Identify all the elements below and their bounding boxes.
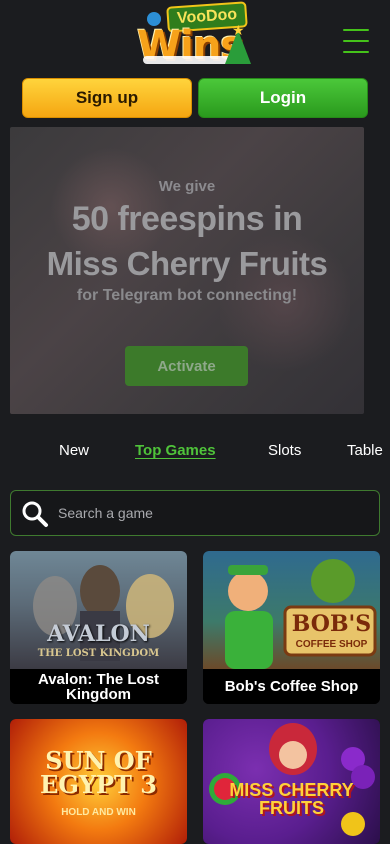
tab-top-games[interactable]: Top Games bbox=[135, 442, 216, 459]
avalon-art-subtitle: THE LOST KINGDOM bbox=[37, 648, 160, 659]
header: VooDoo Wins ★ bbox=[0, 0, 390, 76]
game-card-avalon[interactable]: AVALON THE LOST KINGDOM Avalon: The Lost… bbox=[10, 551, 187, 704]
game-thumbnail: BOB'S COFFEE SHOP bbox=[203, 551, 380, 669]
game-card-miss-cherry-fruits[interactable]: MISS CHERRY FRUITS bbox=[203, 719, 380, 844]
voodoo-wins-logo[interactable]: VooDoo Wins ★ bbox=[133, 1, 258, 72]
bob-art-title: BOB'S bbox=[291, 611, 372, 637]
promo-banner[interactable]: We give 50 freespins in Miss Cherry Frui… bbox=[10, 127, 364, 414]
hamburger-icon bbox=[343, 29, 369, 31]
tab-table[interactable]: Table bbox=[347, 442, 383, 459]
star-icon: ★ bbox=[232, 22, 245, 38]
activate-button[interactable]: Activate bbox=[125, 346, 248, 386]
hamburger-line bbox=[343, 51, 369, 53]
game-title: Avalon: The Lost Kingdom bbox=[10, 669, 187, 704]
banner-line-3: Miss Cherry Fruits bbox=[46, 245, 328, 282]
game-card-sun-of-egypt-3[interactable]: SUN OF EGYPT 3 HOLD AND WIN bbox=[10, 719, 187, 844]
game-title: Bob's Coffee Shop bbox=[203, 669, 380, 704]
banner-line-1: We give bbox=[158, 178, 216, 195]
signup-button[interactable]: Sign up bbox=[22, 78, 192, 118]
egypt-art-subtitle: HOLD AND WIN bbox=[61, 807, 136, 818]
banner-line-2: 50 freespins in bbox=[71, 200, 303, 238]
cherry-art-title: MISS CHERRY FRUITS bbox=[229, 780, 354, 818]
search-icon bbox=[22, 501, 48, 527]
tab-new[interactable]: New bbox=[59, 442, 89, 459]
category-tabs: New Top Games Slots Table bbox=[0, 436, 390, 466]
bob-art-subtitle: COFFEE SHOP bbox=[295, 639, 368, 650]
bob-character bbox=[225, 559, 377, 669]
hamburger-line bbox=[343, 40, 369, 42]
egypt-art-title: SUN OF EGYPT 3 bbox=[40, 746, 157, 799]
login-button[interactable]: Login bbox=[198, 78, 368, 118]
game-thumbnail: AVALON THE LOST KINGDOM bbox=[10, 551, 187, 669]
tab-slots[interactable]: Slots bbox=[268, 442, 301, 459]
hamburger-menu-button[interactable] bbox=[340, 26, 372, 56]
search-placeholder: Search a game bbox=[58, 505, 153, 521]
game-thumbnail: SUN OF EGYPT 3 HOLD AND WIN bbox=[10, 719, 187, 844]
banner-line-4: for Telegram bot connecting! bbox=[76, 287, 298, 304]
avalon-art-title: AVALON bbox=[47, 621, 150, 647]
search-input[interactable]: Search a game bbox=[10, 490, 380, 536]
game-card-bobs-coffee-shop[interactable]: BOB'S COFFEE SHOP Bob's Coffee Shop bbox=[203, 551, 380, 704]
snow-decoration bbox=[143, 56, 233, 64]
game-thumbnail: MISS CHERRY FRUITS bbox=[203, 719, 380, 844]
